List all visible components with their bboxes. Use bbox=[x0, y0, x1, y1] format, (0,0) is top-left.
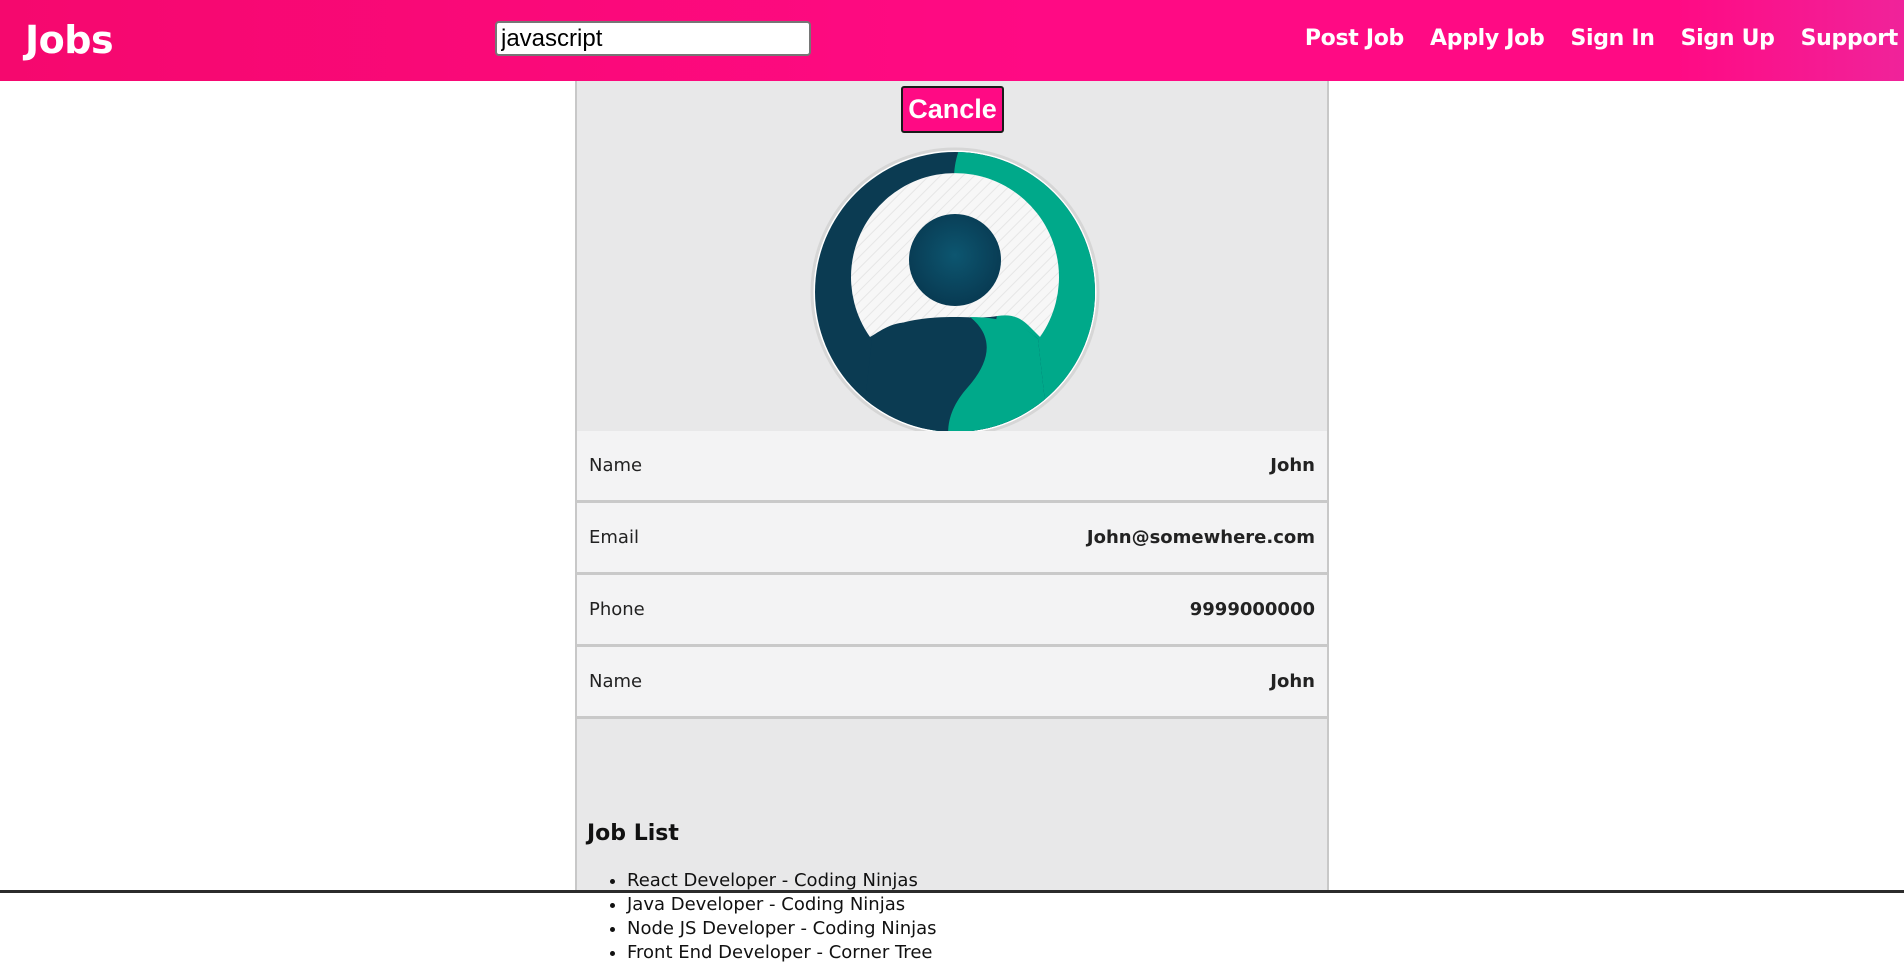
detail-value: 9999000000 bbox=[1189, 599, 1315, 620]
nav-sign-in[interactable]: Sign In bbox=[1570, 24, 1655, 54]
job-list-item: Java Developer - Coding Ninjas bbox=[627, 893, 937, 917]
main-nav: Post Job Apply Job Sign In Sign Up Suppo… bbox=[1305, 24, 1898, 54]
detail-label: Name bbox=[589, 671, 643, 692]
job-list-item: Front End Developer - Corner Tree bbox=[627, 941, 937, 965]
detail-row-name: Name John bbox=[577, 431, 1327, 503]
detail-value: John bbox=[1270, 455, 1315, 476]
user-avatar-icon bbox=[810, 147, 1100, 437]
detail-label: Name bbox=[589, 455, 643, 476]
top-navbar: Jobs Post Job Apply Job Sign In Sign Up … bbox=[0, 0, 1904, 81]
detail-row-phone: Phone 9999000000 bbox=[577, 575, 1327, 647]
detail-value: John@somewhere.com bbox=[1086, 527, 1315, 548]
nav-post-job[interactable]: Post Job bbox=[1305, 24, 1404, 54]
search-input[interactable] bbox=[495, 21, 811, 56]
brand-logo[interactable]: Jobs bbox=[25, 18, 114, 62]
job-list-title: Job List bbox=[587, 821, 679, 846]
detail-label: Phone bbox=[589, 599, 645, 620]
cancel-button[interactable]: Cancle bbox=[901, 86, 1004, 133]
detail-value: John bbox=[1270, 671, 1315, 692]
job-list: React Developer - Coding Ninjas Java Dev… bbox=[587, 869, 937, 965]
nav-apply-job[interactable]: Apply Job bbox=[1430, 24, 1545, 54]
nav-support[interactable]: Support bbox=[1801, 24, 1899, 54]
nav-sign-up[interactable]: Sign Up bbox=[1681, 24, 1775, 54]
profile-details: Name John Email John@somewhere.com Phone… bbox=[577, 431, 1327, 719]
profile-card: Cancle Name John Email John@somewhere.co… bbox=[575, 81, 1329, 963]
detail-label: Email bbox=[589, 527, 639, 548]
detail-row-email: Email John@somewhere.com bbox=[577, 503, 1327, 575]
detail-row-name-2: Name John bbox=[577, 647, 1327, 719]
job-list-item: Node JS Developer - Coding Ninjas bbox=[627, 917, 937, 941]
